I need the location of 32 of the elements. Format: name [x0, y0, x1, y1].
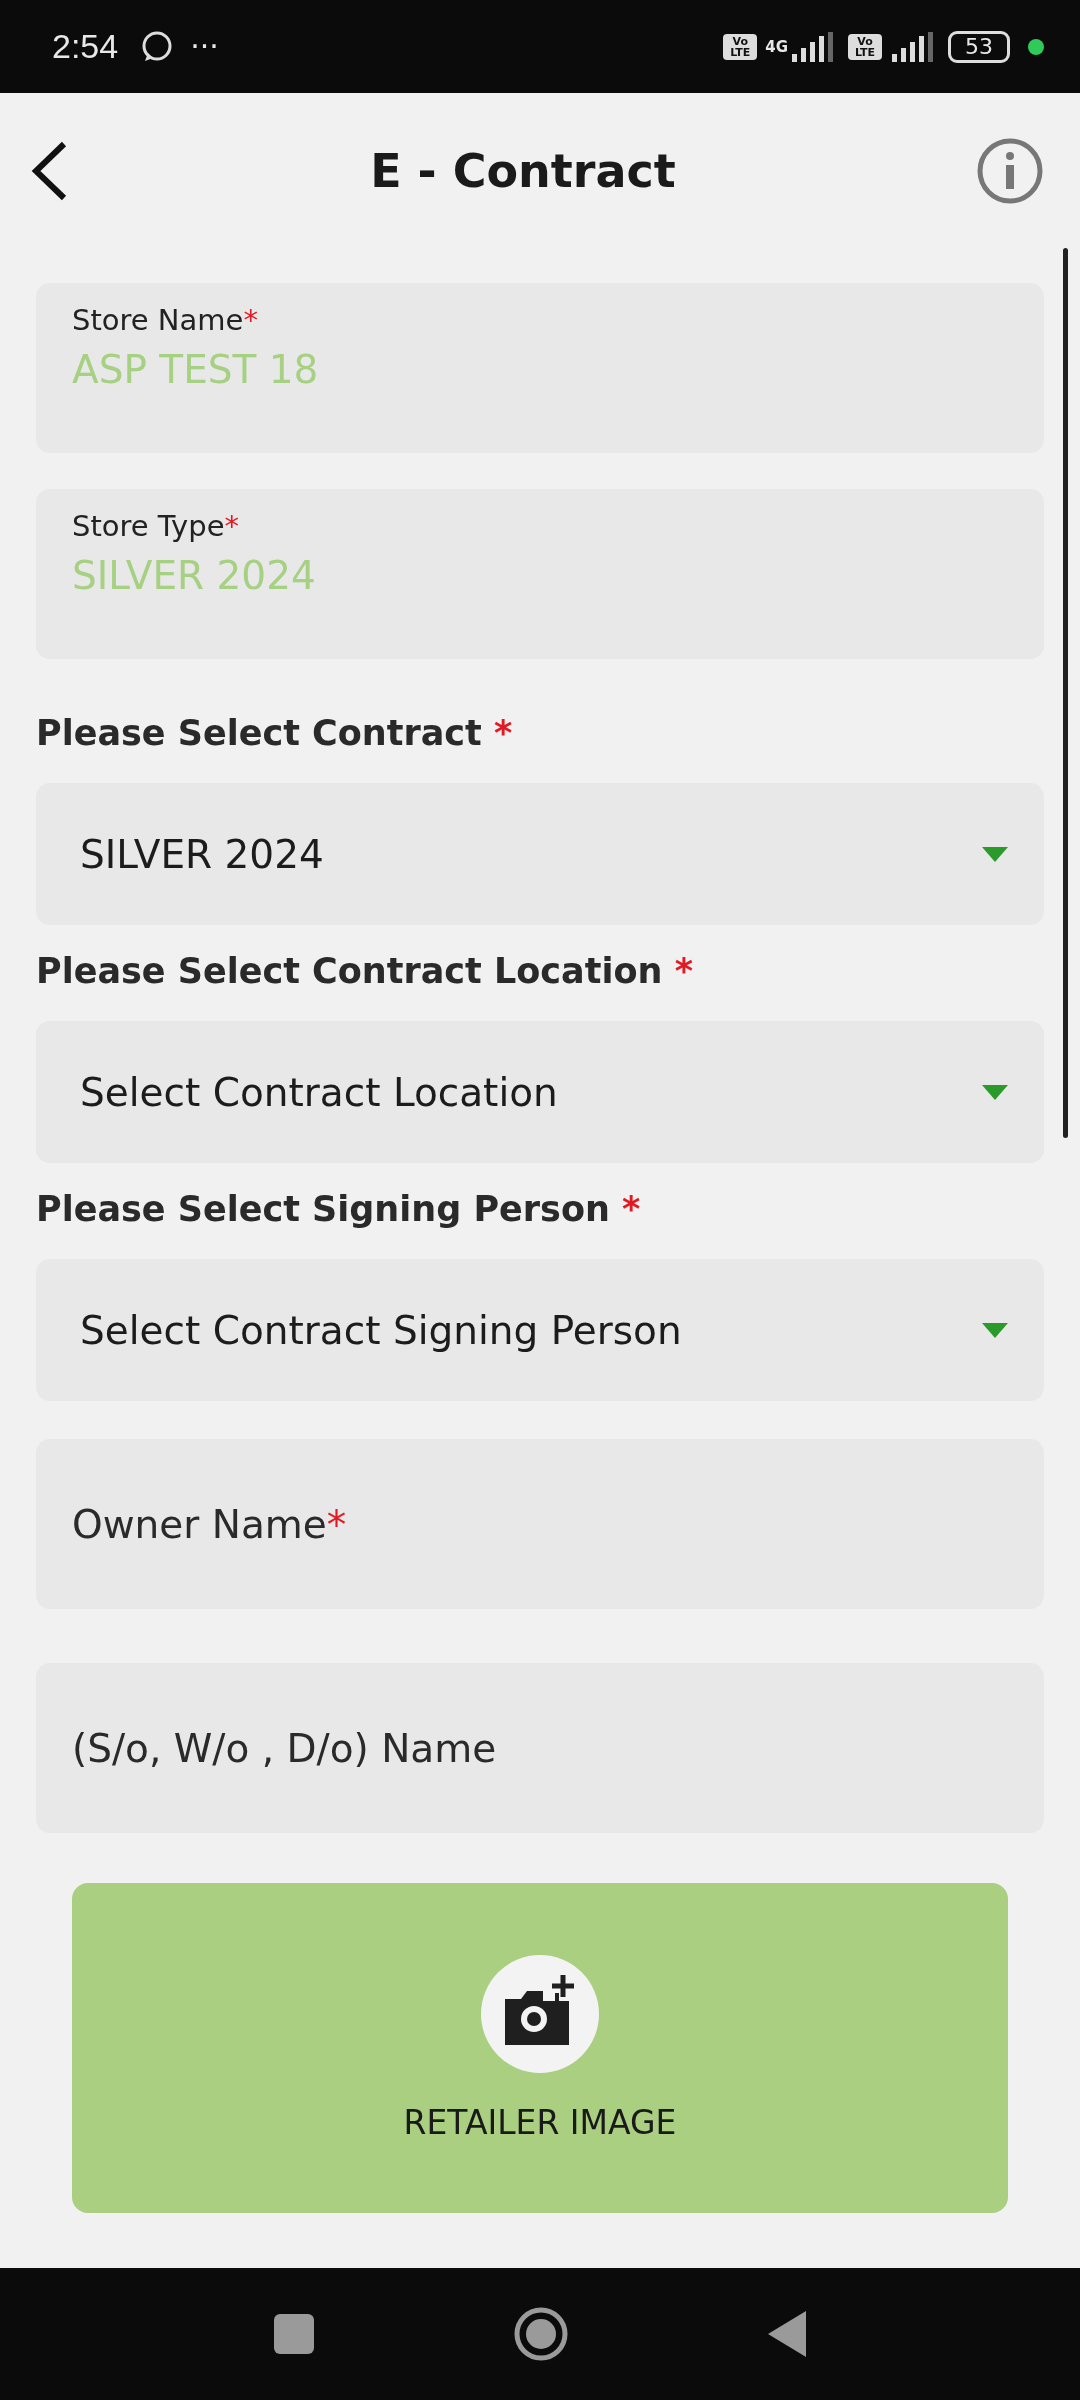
field-label: Please Select Signing Person *: [36, 1189, 642, 1229]
page-title: E - Contract: [370, 143, 676, 198]
volte-badge: Vo LTE: [723, 33, 758, 60]
dropdown-caret-icon: [982, 846, 1008, 862]
more-notifications: ···: [190, 29, 219, 64]
field-label: Please Select Contract *: [36, 713, 514, 753]
dropdown[interactable]: Select Contract Location: [36, 1021, 1044, 1163]
dropdown[interactable]: SILVER 2024: [36, 783, 1044, 925]
field-value: SILVER 2024: [72, 553, 317, 598]
volte-badge: Vo LTE: [848, 33, 882, 60]
dropdown[interactable]: Select Contract Signing Person: [36, 1259, 1044, 1401]
field-value: ASP TEST 18: [72, 347, 320, 392]
status-time: 2:54: [52, 27, 119, 66]
field-label: Please Select Contract Location *: [36, 951, 694, 991]
network-type: 4G: [765, 37, 788, 56]
input-placeholder: Owner Name*: [72, 1501, 347, 1547]
retailer-image-upload[interactable]: RETAILER IMAGE: [72, 1883, 1008, 2213]
info-button[interactable]: [976, 136, 1044, 205]
signal-icon: [890, 31, 934, 62]
field-label: Store Type*: [72, 509, 240, 543]
add-camera-icon: [481, 1955, 599, 2073]
input-placeholder: (S/o, W/o , D/o) Name: [72, 1725, 497, 1771]
field-label: Store Name*: [72, 303, 259, 337]
battery-level: 53: [948, 30, 1010, 63]
dropdown-caret-icon: [982, 1084, 1008, 1100]
signal-icon: [790, 31, 834, 62]
text-input-field[interactable]: Owner Name*: [36, 1439, 1044, 1609]
indicator-dot: [1028, 38, 1044, 55]
back-nav-button[interactable]: [768, 2311, 806, 2357]
home-button[interactable]: [514, 2307, 568, 2361]
dropdown-caret-icon: [982, 1322, 1008, 1338]
text-input-field[interactable]: (S/o, W/o , D/o) Name: [36, 1663, 1044, 1833]
